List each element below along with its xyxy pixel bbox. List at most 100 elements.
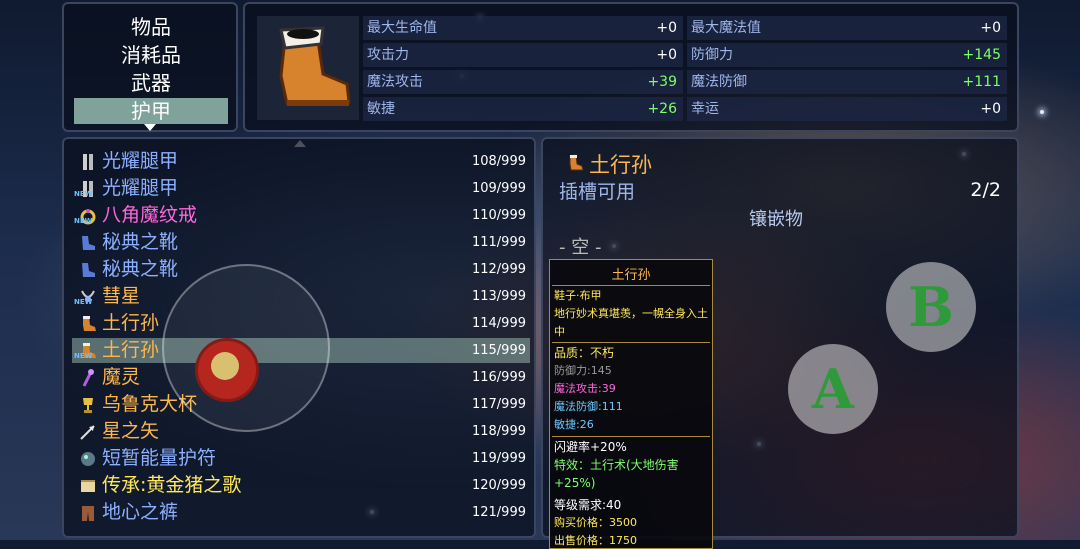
stat-magic-defense: 魔法防御 +111 — [687, 70, 1007, 94]
list-item[interactable]: 地心之裤 121/999 — [72, 500, 530, 525]
item-name: 光耀腿甲 — [102, 177, 179, 199]
category-consumables[interactable]: 消耗品 — [74, 42, 228, 68]
list-item[interactable]: 短暂能量护符 119/999 — [72, 446, 530, 471]
list-item[interactable]: 星之矢 118/999 — [72, 419, 530, 444]
item-count: 113/999 — [471, 289, 526, 304]
category-weapons[interactable]: 武器 — [74, 70, 228, 96]
tooltip-quality: 品质：不朽 — [554, 346, 615, 360]
item-name: 魔灵 — [102, 366, 141, 388]
item-count: 116/999 — [471, 370, 526, 385]
scroll-down-caret-icon — [144, 124, 156, 131]
category-items[interactable]: 物品 — [74, 14, 228, 40]
item-name: 短暂能量护符 — [102, 447, 217, 469]
boots-icon — [78, 260, 98, 280]
arrow-icon — [78, 422, 98, 442]
slot-count: 2/2 — [970, 179, 1001, 201]
list-item[interactable]: 光耀腿甲 108/999 — [72, 149, 530, 174]
stat-value: +0 — [980, 20, 1001, 36]
stat-value: +39 — [647, 74, 677, 90]
divider — [552, 342, 710, 343]
item-count: 108/999 — [471, 154, 526, 169]
item-preview — [257, 16, 359, 120]
item-name: 星之矢 — [102, 420, 160, 442]
tooltip-description: 地行妙术真堪羡，一幌全身入土中 — [554, 307, 708, 338]
socket-slot-1[interactable]: - 空 - — [559, 233, 601, 259]
socket-label: 镶嵌物 — [749, 209, 803, 230]
item-count: 119/999 — [471, 451, 526, 466]
pants-icon — [78, 503, 98, 523]
b-button[interactable]: B — [886, 262, 976, 352]
list-item[interactable]: 秘典之靴 112/999 — [72, 257, 530, 282]
avatar — [211, 352, 239, 380]
divider — [552, 285, 710, 286]
item-count: 114/999 — [471, 316, 526, 331]
boot-icon — [78, 314, 98, 334]
item-name: 秘典之靴 — [102, 231, 179, 253]
tooltip-agility: 敏捷:26 — [554, 418, 594, 431]
item-count: 121/999 — [471, 505, 526, 520]
item-stats-panel: 最大生命值 +0 最大魔法值 +0 攻击力 +0 防御力 +145 魔法攻击 +… — [243, 2, 1019, 132]
item-name: 彗星 — [102, 285, 141, 307]
detail-item-name: 土行孙 — [589, 153, 652, 177]
item-count: 111/999 — [471, 235, 526, 250]
item-name: 光耀腿甲 — [102, 150, 179, 172]
stat-max-mp: 最大魔法值 +0 — [687, 16, 1007, 40]
boot-icon — [279, 26, 351, 106]
stat-value: +0 — [656, 47, 677, 63]
stat-label: 敏捷 — [367, 101, 395, 117]
stat-attack: 攻击力 +0 — [363, 43, 683, 67]
new-badge: NEW — [74, 352, 93, 360]
tooltip-title: 土行孙 — [611, 268, 651, 283]
boots-icon — [78, 233, 98, 253]
stat-label: 魔法攻击 — [367, 74, 423, 90]
stat-label: 攻击力 — [367, 47, 409, 63]
trophy-icon — [78, 395, 98, 415]
stat-label: 幸运 — [691, 101, 719, 117]
item-tooltip: 土行孙 鞋子·布甲 地行妙术真堪羡，一幌全身入土中 品质：不朽 防御力:145 … — [549, 259, 713, 549]
stat-label: 魔法防御 — [691, 74, 747, 90]
a-button[interactable]: A — [788, 344, 878, 434]
tooltip-effect: 特效：土行术(大地伤害+25%) — [554, 458, 679, 490]
item-count: 109/999 — [471, 181, 526, 196]
stat-defense: 防御力 +145 — [687, 43, 1007, 67]
stat-label: 防御力 — [691, 47, 733, 63]
leg-armor-icon — [78, 152, 98, 172]
slot-available-label: 插槽可用 — [559, 181, 636, 203]
stat-max-hp: 最大生命值 +0 — [363, 16, 683, 40]
tooltip-level: 等级需求:40 — [554, 498, 622, 512]
scroll-icon — [78, 476, 98, 496]
stat-label: 最大生命值 — [367, 20, 437, 36]
tooltip-magic-attack: 魔法攻击:39 — [554, 382, 616, 395]
tooltip-buy-price: 购买价格：3500 — [554, 516, 637, 529]
item-count: 112/999 — [471, 262, 526, 277]
list-item[interactable]: 传承:黄金猪之歌 120/999 — [72, 473, 530, 498]
stat-luck: 幸运 +0 — [687, 97, 1007, 121]
item-name: 传承:黄金猪之歌 — [102, 474, 242, 496]
item-count: 120/999 — [471, 478, 526, 493]
stat-value: +111 — [962, 74, 1001, 90]
boot-icon — [569, 154, 584, 171]
tooltip-magic-defense: 魔法防御:111 — [554, 400, 623, 413]
orb-icon — [78, 449, 98, 469]
tooltip-type: 鞋子·布甲 — [554, 289, 602, 302]
item-count: 110/999 — [471, 208, 526, 223]
item-name: 地心之裤 — [102, 501, 179, 523]
stat-magic-attack: 魔法攻击 +39 — [363, 70, 683, 94]
divider — [552, 436, 710, 437]
tooltip-dodge: 闪避率+20% — [554, 440, 627, 454]
item-name: 秘典之靴 — [102, 258, 179, 280]
list-item[interactable]: NEW 光耀腿甲 109/999 — [72, 176, 530, 201]
category-armor[interactable]: 护甲 — [74, 98, 228, 124]
item-count: 118/999 — [471, 424, 526, 439]
list-item[interactable]: 秘典之靴 111/999 — [72, 230, 530, 255]
stat-value: +0 — [656, 20, 677, 36]
new-badge: NEW — [74, 217, 93, 225]
category-menu: 物品 消耗品 武器 护甲 — [62, 2, 238, 132]
stat-value: +0 — [980, 101, 1001, 117]
item-count: 115/999 — [471, 343, 526, 358]
new-badge: NEW — [74, 190, 93, 198]
item-name: 土行孙 — [102, 339, 160, 361]
item-name: 土行孙 — [102, 312, 160, 334]
list-item[interactable]: NEW 八角魔纹戒 110/999 — [72, 203, 530, 228]
sparkle — [1040, 110, 1044, 114]
